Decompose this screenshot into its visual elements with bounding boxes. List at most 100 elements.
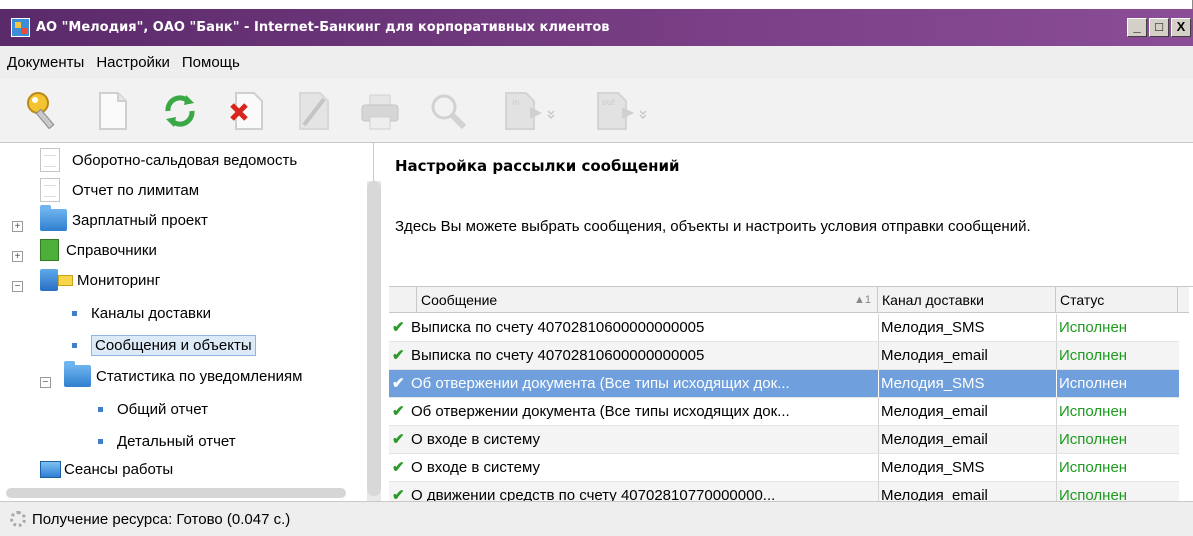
- tree-item-delivery-channels[interactable]: Каналы доставки: [72, 298, 211, 328]
- toolbar: in out: [0, 79, 1193, 143]
- close-button[interactable]: X: [1171, 18, 1191, 37]
- refresh-icon[interactable]: [160, 91, 200, 131]
- collapse-icon[interactable]: −: [12, 281, 23, 292]
- tree-item-detailed-report[interactable]: Детальный отчет: [98, 426, 236, 456]
- import-icon[interactable]: in: [500, 91, 560, 131]
- check-icon: ✔: [392, 375, 405, 392]
- cell-channel: Мелодия_email: [881, 487, 988, 501]
- tree-item-messages-objects[interactable]: Сообщения и объекты: [72, 330, 256, 360]
- check-icon: ✔: [392, 459, 405, 476]
- screen-icon: [40, 460, 61, 478]
- table-row[interactable]: ✔ О входе в систему Мелодия_SMS Исполнен: [389, 454, 1179, 482]
- check-icon: ✔: [392, 347, 405, 364]
- key-icon[interactable]: [24, 91, 68, 131]
- table-row[interactable]: ✔ Выписка по счету 40702810600000000005 …: [389, 342, 1179, 370]
- document-icon: [40, 148, 60, 172]
- check-icon: ✔: [392, 403, 405, 420]
- bullet-icon: [72, 342, 77, 348]
- cell-status: Исполнен: [1059, 431, 1128, 448]
- cell-status: Исполнен: [1059, 459, 1128, 476]
- new-document-icon[interactable]: [96, 91, 128, 131]
- page-description: Здесь Вы можете выбрать сообщения, объек…: [395, 218, 1031, 235]
- search-icon[interactable]: [428, 91, 468, 131]
- tree-item-directories[interactable]: Справочники: [40, 235, 157, 265]
- check-icon: ✔: [392, 487, 405, 501]
- tree-item-label: Мониторинг: [77, 271, 161, 289]
- tree-item-limits-report[interactable]: Отчет по лимитам: [40, 175, 199, 205]
- tree-item-salary-project[interactable]: Зарплатный проект: [40, 205, 208, 235]
- header-check-column[interactable]: [389, 287, 417, 313]
- tree-item-label: Оборотно-сальдовая ведомость: [72, 151, 298, 169]
- header-channel[interactable]: Канал доставки: [878, 287, 1056, 313]
- tree-item-notification-stats[interactable]: Статистика по уведомлениям: [64, 361, 303, 391]
- tree-item-label: Детальный отчет: [117, 432, 236, 450]
- menu-help[interactable]: Помощь: [182, 54, 240, 71]
- cell-message: Выписка по счету 40702810600000000005: [411, 347, 705, 364]
- mail-icon: [58, 274, 73, 286]
- bullet-icon: [72, 310, 77, 316]
- export-icon[interactable]: out: [592, 91, 652, 131]
- title-bar[interactable]: АО "Мелодия", ОАО "Банк" - Internet-Банк…: [0, 9, 1193, 46]
- table-row[interactable]: ✔ О движении средств по счету 4070281077…: [389, 482, 1179, 501]
- edit-icon[interactable]: [296, 91, 332, 131]
- loading-spinner-icon: [10, 511, 26, 527]
- tree-item-turnover-report[interactable]: Оборотно-сальдовая ведомость: [40, 145, 297, 175]
- table-row-selected[interactable]: ✔ Об отвержении документа (Все типы исхо…: [389, 370, 1179, 398]
- cell-status: Исполнен: [1059, 347, 1128, 364]
- header-message[interactable]: Сообщение ▲1: [417, 287, 878, 313]
- status-text: Получение ресурса: Готово (0.047 с.): [32, 510, 291, 528]
- cell-channel: Мелодия_SMS: [881, 459, 985, 476]
- tree-item-label: Справочники: [66, 241, 157, 259]
- bullet-icon: [98, 438, 103, 444]
- print-icon[interactable]: [360, 91, 400, 131]
- tree-item-monitoring[interactable]: Мониторинг: [40, 265, 160, 295]
- tree-horizontal-scrollbar[interactable]: [6, 488, 346, 498]
- bullet-icon: [98, 406, 103, 412]
- app-logo-icon: [11, 18, 30, 37]
- cell-status: Исполнен: [1059, 403, 1128, 420]
- header-status[interactable]: Статус: [1056, 287, 1178, 313]
- cell-message: Об отвержении документа (Все типы исходя…: [411, 375, 790, 392]
- table-header: Сообщение ▲1 Канал доставки Статус: [389, 287, 1189, 313]
- tree-item-general-report[interactable]: Общий отчет: [98, 394, 208, 424]
- export-label: out: [602, 98, 615, 107]
- cell-channel: Мелодия_email: [881, 403, 988, 420]
- window-title: АО "Мелодия", ОАО "Банк" - Internet-Банк…: [36, 20, 610, 35]
- document-icon: [40, 178, 60, 202]
- delete-icon[interactable]: [228, 91, 264, 131]
- expand-icon[interactable]: +: [12, 251, 23, 262]
- page-title: Настройка рассылки сообщений: [395, 157, 680, 175]
- tree-item-label: Сеансы работы: [64, 460, 174, 478]
- tree-item-label: Статистика по уведомлениям: [96, 367, 303, 385]
- cell-status: Исполнен: [1059, 487, 1128, 501]
- cell-message: О входе в систему: [411, 459, 540, 476]
- cell-status: Исполнен: [1059, 319, 1128, 336]
- scrollbar-thumb[interactable]: [367, 181, 381, 496]
- window-controls: _ □ X: [1127, 18, 1191, 37]
- menu-documents[interactable]: Документы: [7, 54, 84, 71]
- app-window: АО "Мелодия", ОАО "Банк" - Internet-Банк…: [0, 0, 1193, 536]
- expand-icon[interactable]: +: [12, 221, 23, 232]
- table-row[interactable]: ✔ О входе в систему Мелодия_email Исполн…: [389, 426, 1179, 454]
- tree-vertical-scrollbar[interactable]: [367, 181, 381, 501]
- collapse-icon[interactable]: −: [40, 377, 51, 388]
- cell-channel: Мелодия_email: [881, 347, 988, 364]
- maximize-button[interactable]: □: [1149, 18, 1169, 37]
- tree-item-label: Зарплатный проект: [72, 211, 208, 229]
- tree-item-work-sessions[interactable]: Сеансы работы: [40, 454, 173, 484]
- minimize-button[interactable]: _: [1127, 18, 1147, 37]
- content-panel: Настройка рассылки сообщений Здесь Вы мо…: [383, 143, 1193, 501]
- cell-message: Выписка по счету 40702810600000000005: [411, 319, 705, 336]
- tree-item-label: Отчет по лимитам: [72, 181, 200, 199]
- cell-channel: Мелодия_email: [881, 431, 988, 448]
- folder-icon: [64, 361, 91, 387]
- menu-settings[interactable]: Настройки: [96, 54, 170, 71]
- import-label: in: [512, 98, 519, 107]
- tree-item-label: Общий отчет: [117, 400, 208, 418]
- messages-table: Сообщение ▲1 Канал доставки Статус ✔ Вып…: [389, 286, 1193, 501]
- check-icon: ✔: [392, 319, 405, 336]
- table-row[interactable]: ✔ Выписка по счету 40702810600000000005 …: [389, 314, 1179, 342]
- cell-status: Исполнен: [1059, 375, 1128, 392]
- table-row[interactable]: ✔ Об отвержении документа (Все типы исхо…: [389, 398, 1179, 426]
- cell-channel: Мелодия_SMS: [881, 319, 985, 336]
